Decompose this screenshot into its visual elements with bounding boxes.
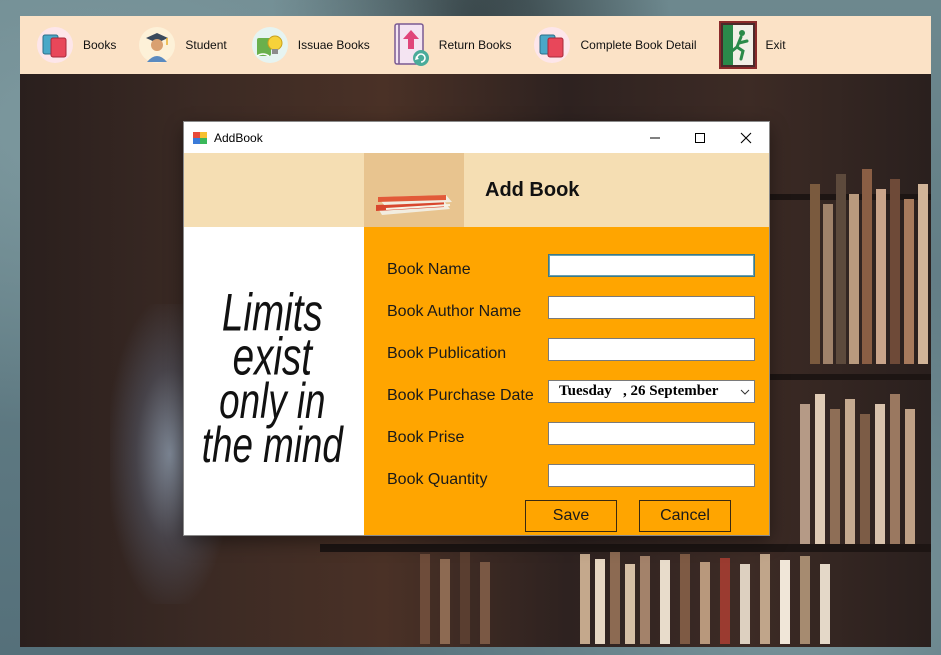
minimize-button[interactable]: [632, 122, 678, 153]
book-author-input[interactable]: [548, 296, 755, 319]
window-app-icon: [192, 130, 208, 146]
quote-text-art: Limits exist only in the mind: [202, 283, 344, 474]
close-icon: [740, 132, 752, 143]
book-name-input[interactable]: [548, 254, 755, 277]
maximize-button[interactable]: [677, 122, 723, 153]
menu-complete-book-detail[interactable]: Complete Book Detail: [533, 16, 697, 74]
menu-issue-books-label: Issuae Books: [297, 38, 370, 52]
books-stack-icon: [364, 153, 464, 227]
page-title: Add Book: [485, 179, 580, 201]
save-button[interactable]: Save: [525, 500, 617, 532]
book-name-label: Book Name: [387, 261, 471, 278]
book-purchase-date-label: Book Purchase Date: [387, 387, 534, 404]
quote-line-4: the mind: [202, 418, 344, 474]
menu-complete-book-detail-label: Complete Book Detail: [580, 38, 697, 52]
purchase-date-value: Tuesday , 26 September: [559, 383, 719, 399]
book-author-label: Book Author Name: [387, 303, 522, 320]
chevron-down-icon: [740, 389, 750, 395]
menu-books[interactable]: Books: [36, 16, 116, 74]
menu-books-label: Books: [83, 38, 117, 52]
return-book-icon: [392, 23, 430, 66]
menu-issue-books[interactable]: Issuae Books: [251, 16, 370, 74]
menu-exit[interactable]: Exit: [718, 16, 786, 74]
menu-return-books[interactable]: Return Books: [392, 16, 512, 74]
addbook-dialog: AddBook Add Book Limits exist only in th…: [184, 122, 769, 535]
book-quantity-input[interactable]: [548, 464, 755, 487]
book-detail-icon: [533, 26, 571, 64]
main-menubar: Books Student Issuae Books Return Books …: [20, 16, 931, 74]
dialog-header: [184, 153, 769, 227]
book-price-input[interactable]: [548, 422, 755, 445]
book-publication-input[interactable]: [548, 338, 755, 361]
cancel-button[interactable]: Cancel: [639, 500, 731, 532]
menu-return-books-label: Return Books: [438, 38, 512, 52]
books-icon: [36, 26, 74, 64]
menu-student-label: Student: [185, 38, 227, 52]
close-button[interactable]: [723, 122, 769, 153]
maximize-icon: [695, 132, 705, 143]
student-graduate-icon: [138, 26, 176, 64]
dialog-titlebar[interactable]: AddBook: [184, 122, 769, 153]
dialog-title: AddBook: [214, 130, 263, 145]
book-publication-label: Book Publication: [387, 345, 507, 362]
book-price-label: Book Prise: [387, 429, 465, 446]
exit-running-man-icon: [718, 21, 757, 69]
menu-student[interactable]: Student: [138, 16, 227, 74]
issue-book-bulb-icon: [251, 26, 289, 64]
book-purchase-date-picker[interactable]: Tuesday , 26 September: [548, 380, 755, 403]
book-quantity-label: Book Quantity: [387, 471, 488, 488]
add-book-form: Book Name Book Author Name Book Publicat…: [364, 227, 769, 535]
minimize-icon: [650, 137, 660, 138]
menu-exit-label: Exit: [765, 38, 786, 52]
quote-image: Limits exist only in the mind: [184, 227, 364, 535]
